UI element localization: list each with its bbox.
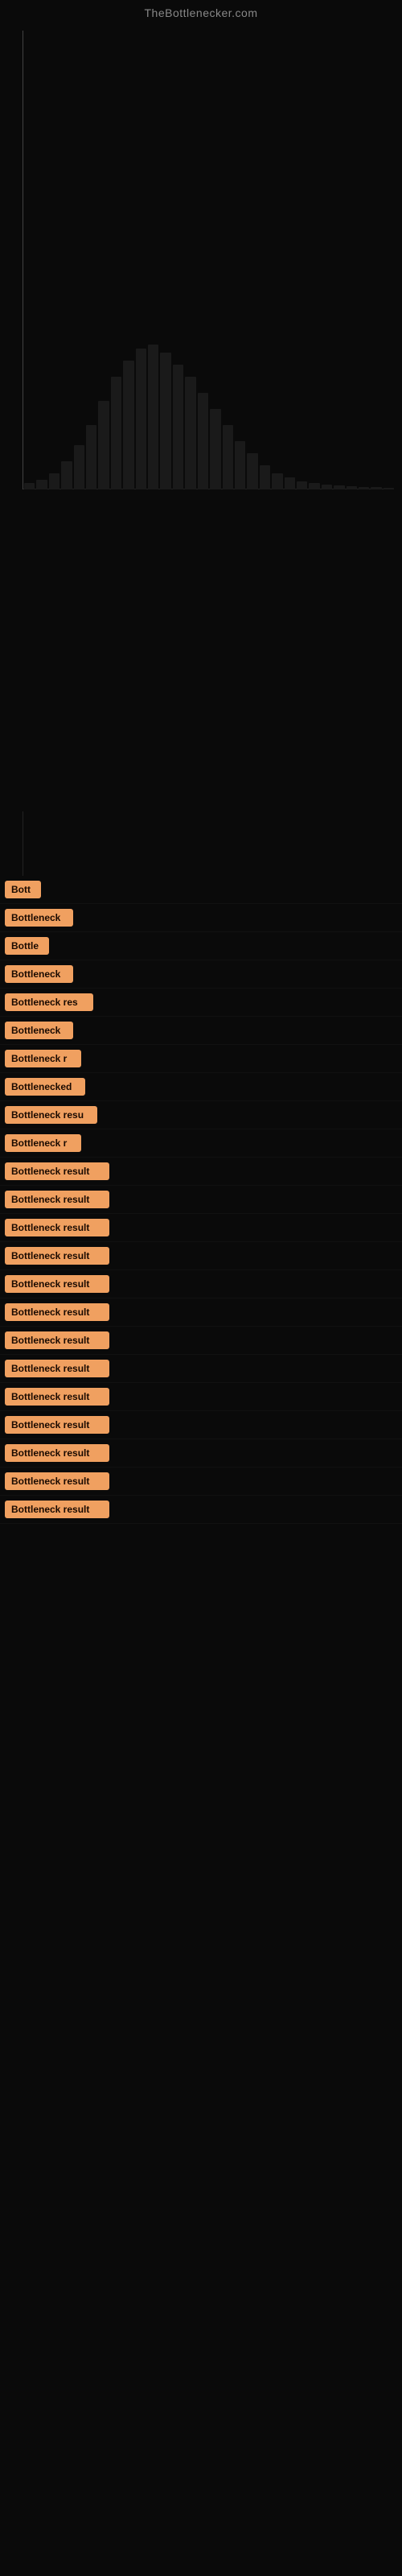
chart-bar-7 [111,377,121,489]
result-label-22[interactable]: Bottleneck result [5,1472,109,1490]
chart-bar-8 [123,361,133,489]
chart-bar-17 [235,441,245,489]
chart-bar-29 [384,488,394,489]
chart-bar-13 [185,377,195,489]
result-label-14[interactable]: Bottleneck result [5,1247,109,1265]
result-label-8[interactable]: Bottlenecked [5,1078,85,1096]
chart-bar-28 [371,487,381,489]
result-row-20: Bottleneck result [0,1411,402,1439]
mid-spacer-2 [0,844,402,876]
result-label-21[interactable]: Bottleneck result [5,1444,109,1462]
chart-bar-11 [160,353,170,489]
result-label-7[interactable]: Bottleneck r [5,1050,81,1067]
chart-bar-18 [247,453,257,489]
result-row-19: Bottleneck result [0,1383,402,1411]
chart-bar-25 [334,485,344,489]
result-label-12[interactable]: Bottleneck result [5,1191,109,1208]
result-row-13: Bottleneck result [0,1214,402,1242]
result-row-3: Bottle [0,932,402,960]
chart-bar-15 [210,409,220,489]
result-row-21: Bottleneck result [0,1439,402,1468]
chart-bar-9 [136,349,146,489]
chart-bar-21 [285,477,295,489]
chart-bar-14 [198,393,208,489]
chart-bar-3 [61,461,72,489]
result-label-17[interactable]: Bottleneck result [5,1331,109,1349]
chart-bar-5 [86,425,96,489]
chart-bar-27 [359,487,369,489]
chart-bar-2 [49,473,59,489]
chart-bar-24 [322,485,332,489]
site-title: TheBottlenecker.com [0,0,402,23]
result-row-18: Bottleneck result [0,1355,402,1383]
result-row-15: Bottleneck result [0,1270,402,1298]
result-label-23[interactable]: Bottleneck result [5,1501,109,1518]
result-row-10: Bottleneck r [0,1129,402,1158]
result-row-5: Bottleneck res [0,989,402,1017]
chart-bar-22 [297,481,307,489]
result-label-20[interactable]: Bottleneck result [5,1416,109,1434]
result-row-11: Bottleneck result [0,1158,402,1186]
result-label-2[interactable]: Bottleneck [5,909,73,927]
result-label-4[interactable]: Bottleneck [5,965,73,983]
chart-bar-10 [148,345,158,489]
result-row-12: Bottleneck result [0,1186,402,1214]
result-row-4: Bottleneck [0,960,402,989]
result-label-11[interactable]: Bottleneck result [5,1162,109,1180]
result-row-8: Bottlenecked [0,1073,402,1101]
bar-chart [24,71,394,489]
chart-bar-23 [309,483,319,489]
chart-bar-4 [74,445,84,489]
chart-bar-6 [98,401,109,489]
chart-bar-12 [173,365,183,489]
chart-bar-19 [260,465,270,489]
result-row-23: Bottleneck result [0,1496,402,1524]
chart-bar-0 [24,483,35,489]
result-label-19[interactable]: Bottleneck result [5,1388,109,1406]
mid-spacer [0,811,402,844]
result-row-16: Bottleneck result [0,1298,402,1327]
result-row-7: Bottleneck r [0,1045,402,1073]
chart-bar-20 [272,473,282,489]
result-row-14: Bottleneck result [0,1242,402,1270]
result-row-17: Bottleneck result [0,1327,402,1355]
result-label-13[interactable]: Bottleneck result [5,1219,109,1236]
result-label-5[interactable]: Bottleneck res [5,993,93,1011]
chart-spacer [0,489,402,811]
result-row-22: Bottleneck result [0,1468,402,1496]
result-label-16[interactable]: Bottleneck result [5,1303,109,1321]
results-section: Bott Bottleneck Bottle Bottleneck Bottleneck… [0,876,402,1540]
result-row-1: Bott [0,876,402,904]
result-label-10[interactable]: Bottleneck r [5,1134,81,1152]
result-row-6: Bottleneck [0,1017,402,1045]
result-label-15[interactable]: Bottleneck result [5,1275,109,1293]
chart-bar-26 [347,486,357,489]
result-row-2: Bottleneck [0,904,402,932]
result-label-1[interactable]: Bott [5,881,41,898]
result-label-9[interactable]: Bottleneck resu [5,1106,97,1124]
result-label-3[interactable]: Bottle [5,937,49,955]
result-label-6[interactable]: Bottleneck [5,1022,73,1039]
result-label-18[interactable]: Bottleneck result [5,1360,109,1377]
chart-bar-1 [36,480,47,489]
result-row-9: Bottleneck resu [0,1101,402,1129]
chart-bar-16 [223,425,233,489]
chart-area [0,23,402,489]
